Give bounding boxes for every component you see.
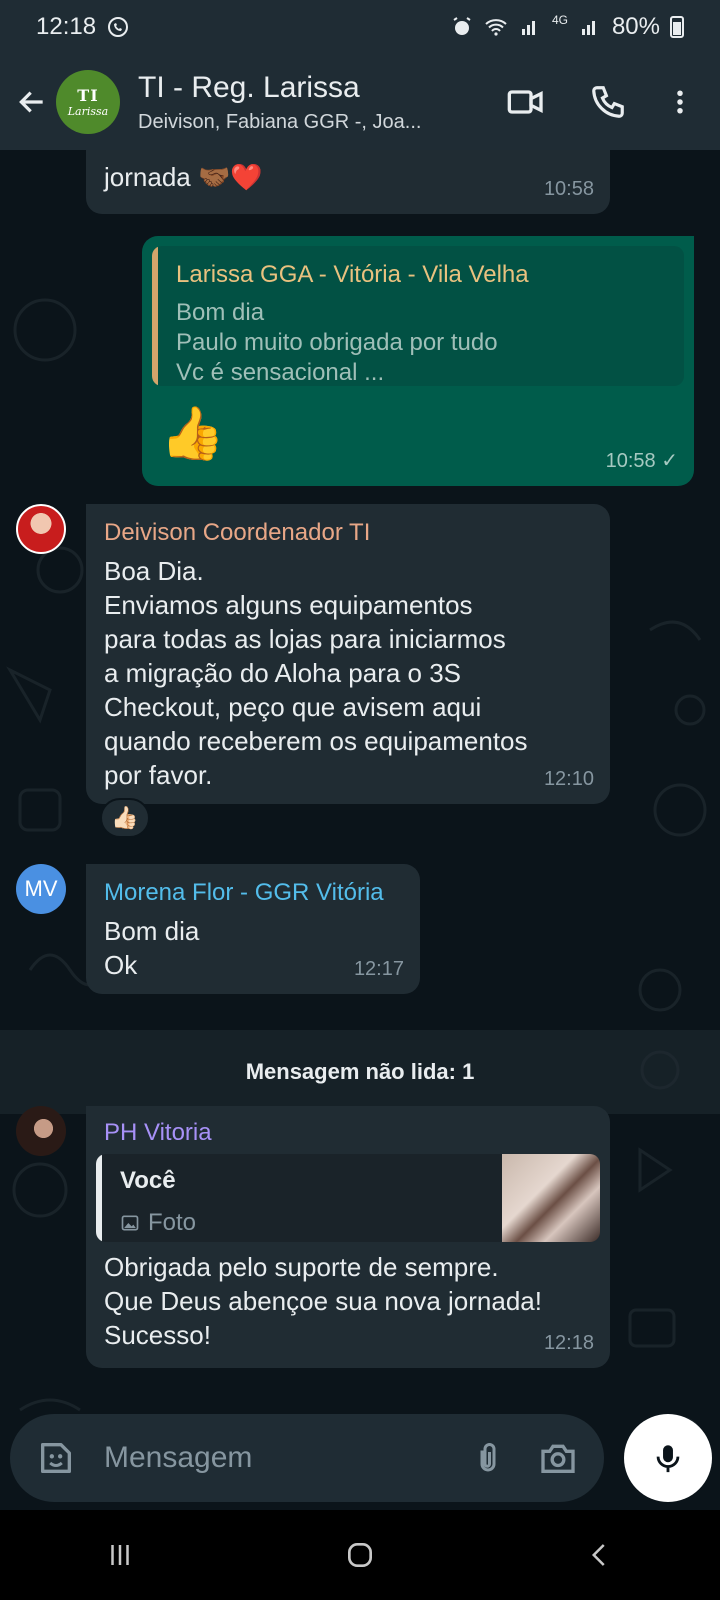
microphone-icon (656, 1445, 680, 1473)
paperclip-icon (480, 1443, 496, 1472)
emoji-sticker-button[interactable] (28, 1430, 84, 1486)
message-line: quando receberem os equipamentos (104, 726, 528, 756)
sender-avatar[interactable] (16, 504, 66, 554)
chat-title: TI - Reg. Larissa (138, 70, 360, 104)
camera-icon (541, 1444, 575, 1473)
message-line: Sucesso! (104, 1320, 211, 1350)
message-bubble[interactable]: Deivison Coordenador TI Boa Dia. Enviamo… (86, 504, 610, 804)
message-line: a migração do Aloha para o 3S (104, 658, 462, 688)
battery-icon (670, 16, 684, 38)
quoted-photo-thumbnail[interactable] (502, 1154, 600, 1242)
message-line: Boa Dia. (104, 556, 204, 586)
message-bubble[interactable]: PH Vitoria Você Foto Obrigada pelo supor… (86, 1106, 610, 1368)
chat-participants: Deivison, Fabiana GGR -, Joa... (138, 110, 422, 133)
sender-avatar[interactable] (16, 1106, 66, 1156)
quoted-line: Bom dia (176, 299, 265, 326)
more-options-button[interactable] (650, 72, 710, 132)
signal-icon-2 (581, 21, 595, 35)
battery-percent: 80% (611, 13, 660, 40)
quoted-line: Paulo muito obrigada por tudo (176, 329, 498, 356)
message-bubble-outgoing[interactable]: Larissa GGA - Vitória - Vila Velha Bom d… (142, 236, 694, 486)
message-input[interactable]: Mensagem (104, 1441, 446, 1475)
message-sender: Morena Flor - GGR Vitória (104, 879, 384, 906)
home-icon (348, 1543, 372, 1567)
phone-icon (592, 86, 624, 118)
quoted-media-label: Foto (148, 1209, 197, 1236)
sender-avatar-initials[interactable]: MV (16, 864, 66, 914)
wifi-icon (485, 19, 507, 36)
network-type: 4G (551, 13, 568, 27)
whatsapp-notification-icon (108, 17, 129, 37)
message-time: 10:58 ✓ (605, 450, 678, 472)
arrow-left-icon (19, 91, 43, 113)
message-line: Bom dia (104, 916, 200, 946)
message-time: 12:17 (353, 958, 404, 980)
unread-banner-text: Mensagem não lida: 1 (245, 1059, 475, 1084)
message-line: Que Deus abençoe sua nova jornada! (104, 1286, 542, 1316)
voice-call-button[interactable] (578, 72, 638, 132)
message-input-bar[interactable]: Mensagem (10, 1414, 604, 1502)
message-sender: PH Vitoria (104, 1119, 212, 1146)
chat-area[interactable]: jornada 🤝🏾❤️ 10:58 Larissa GGA - Vitória… (0, 150, 720, 1510)
sent-check-icon: ✓ (661, 450, 678, 472)
sticker-icon (41, 1443, 72, 1473)
video-call-button[interactable] (496, 72, 556, 132)
message-sender: Deivison Coordenador TI (104, 519, 371, 546)
voice-message-button[interactable] (624, 1414, 712, 1502)
chat-title-box[interactable]: TI - Reg. Larissa Deivison, Fabiana GGR … (138, 71, 468, 134)
chevron-left-icon (591, 1544, 605, 1566)
attach-button[interactable] (460, 1430, 516, 1486)
message-text: jornada 🤝🏾❤️ (104, 162, 263, 192)
quoted-message[interactable]: Você Foto (96, 1154, 600, 1242)
recent-apps-button[interactable] (80, 1525, 160, 1585)
alarm-icon (453, 17, 471, 35)
message-line: por favor. (104, 760, 213, 790)
more-vertical-icon (677, 90, 683, 114)
avatar-logo-bottom: Larissa (67, 105, 109, 118)
message-time: 12:10 (543, 768, 594, 790)
status-bar: 12:18 4G 80% (0, 0, 720, 54)
camera-button[interactable] (530, 1430, 586, 1486)
message-reaction[interactable]: 👍🏻 (100, 798, 150, 838)
recents-icon (111, 1545, 129, 1565)
home-button[interactable] (320, 1525, 400, 1585)
unread-banner: Mensagem não lida: 1 (0, 1030, 720, 1114)
message-time: 10:58 (543, 178, 594, 200)
message-line: Checkout, peço que avisem aqui (104, 692, 482, 722)
message-line: Enviamos alguns equipamentos (104, 590, 473, 620)
video-camera-icon (507, 90, 543, 114)
group-avatar[interactable]: TI Larissa (56, 70, 120, 134)
message-time: 12:18 (543, 1332, 594, 1354)
quoted-line: Vc é sensacional ... (176, 359, 385, 386)
message-bubble[interactable]: Morena Flor - GGR Vitória Bom dia Ok 12:… (86, 864, 420, 994)
message-line: Obrigada pelo suporte de sempre. (104, 1252, 499, 1282)
system-navigation-bar (0, 1510, 720, 1600)
photo-icon (121, 1215, 139, 1231)
back-button[interactable] (14, 84, 50, 120)
status-time: 12:18 (36, 13, 97, 40)
system-back-button[interactable] (560, 1525, 640, 1585)
message-bubble[interactable]: jornada 🤝🏾❤️ 10:58 (86, 150, 610, 214)
chat-header: TI Larissa TI - Reg. Larissa Deivison, F… (0, 54, 720, 150)
avatar-logo-top: TI (77, 86, 99, 105)
message-line: para todas as lojas para iniciarmos (104, 624, 506, 654)
quoted-message[interactable]: Larissa GGA - Vitória - Vila Velha Bom d… (152, 246, 684, 386)
quoted-sender: Larissa GGA - Vitória - Vila Velha (176, 261, 529, 288)
signal-icon (521, 21, 535, 35)
